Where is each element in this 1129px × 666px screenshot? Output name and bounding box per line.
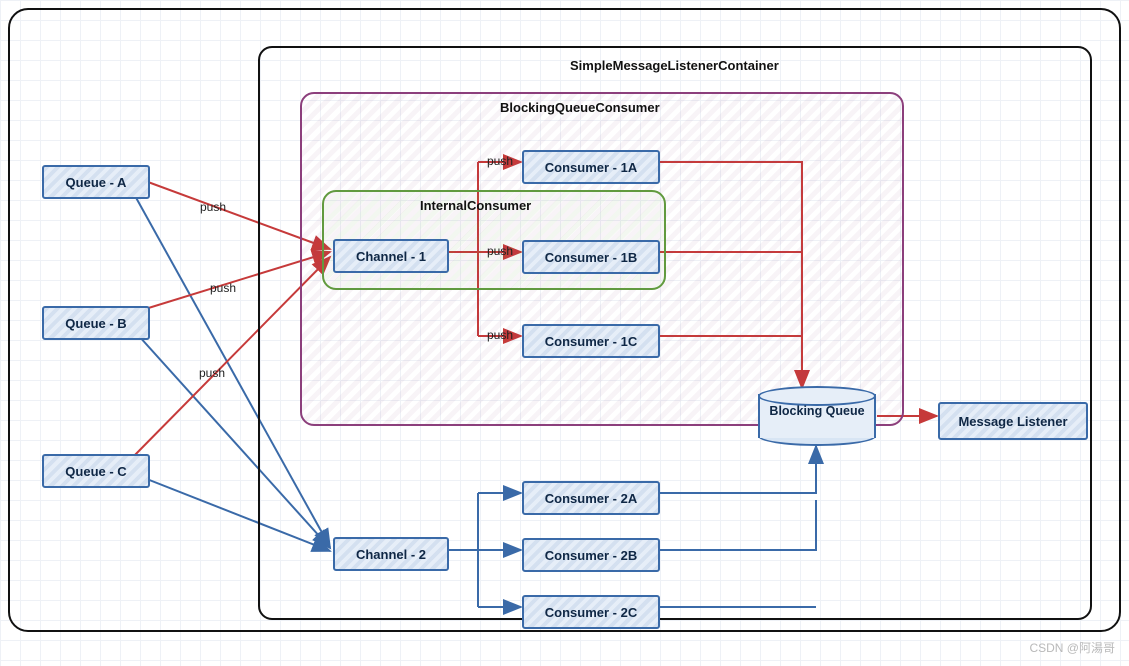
watermark: CSDN @阿湯哥 bbox=[1029, 639, 1115, 656]
channel-2: Channel - 2 bbox=[333, 537, 449, 571]
channel-1-label: Channel - 1 bbox=[356, 249, 426, 264]
queue-b: Queue - B bbox=[42, 306, 150, 340]
push-label-qa: push bbox=[200, 200, 226, 214]
cylinder-top bbox=[758, 386, 876, 406]
queue-a-label: Queue - A bbox=[66, 175, 127, 190]
push-label-1c: push bbox=[487, 328, 513, 342]
label-smlc: SimpleMessageListenerContainer bbox=[570, 58, 779, 73]
label-bqc: BlockingQueueConsumer bbox=[500, 100, 660, 115]
consumer-1b-label: Consumer - 1B bbox=[545, 250, 637, 265]
consumer-2a-label: Consumer - 2A bbox=[545, 491, 637, 506]
push-label-qb: push bbox=[210, 281, 236, 295]
queue-a: Queue - A bbox=[42, 165, 150, 199]
label-intc: InternalConsumer bbox=[420, 198, 531, 213]
message-listener-label: Message Listener bbox=[958, 414, 1067, 429]
diagram-stage: SimpleMessageListenerContainer BlockingQ… bbox=[0, 0, 1129, 666]
consumer-1c: Consumer - 1C bbox=[522, 324, 660, 358]
push-label-qc: push bbox=[199, 366, 225, 380]
consumer-1a: Consumer - 1A bbox=[522, 150, 660, 184]
queue-b-label: Queue - B bbox=[65, 316, 126, 331]
push-label-1b: push bbox=[487, 244, 513, 258]
channel-2-label: Channel - 2 bbox=[356, 547, 426, 562]
consumer-1b: Consumer - 1B bbox=[522, 240, 660, 274]
consumer-1c-label: Consumer - 1C bbox=[545, 334, 637, 349]
consumer-2c: Consumer - 2C bbox=[522, 595, 660, 629]
consumer-1a-label: Consumer - 1A bbox=[545, 160, 637, 175]
channel-1: Channel - 1 bbox=[333, 239, 449, 273]
queue-c-label: Queue - C bbox=[65, 464, 126, 479]
consumer-2c-label: Consumer - 2C bbox=[545, 605, 637, 620]
queue-c: Queue - C bbox=[42, 454, 150, 488]
blocking-queue: Blocking Queue bbox=[758, 386, 876, 446]
consumer-2b-label: Consumer - 2B bbox=[545, 548, 637, 563]
push-label-1a: push bbox=[487, 154, 513, 168]
consumer-2b: Consumer - 2B bbox=[522, 538, 660, 572]
message-listener: Message Listener bbox=[938, 402, 1088, 440]
blocking-queue-label: Blocking Queue bbox=[758, 404, 876, 418]
consumer-2a: Consumer - 2A bbox=[522, 481, 660, 515]
